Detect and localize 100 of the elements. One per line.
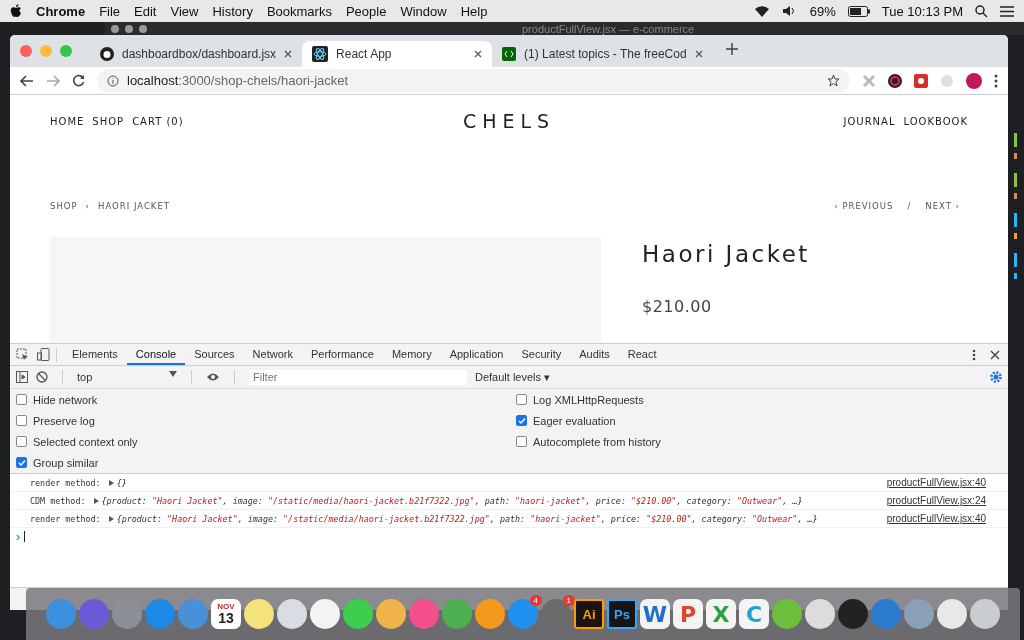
browser-tab[interactable]: (1) Latest topics - The freeCod	[492, 41, 713, 67]
close-window-button[interactable]	[20, 45, 32, 57]
close-icon[interactable]	[474, 50, 483, 58]
app-icon[interactable]	[475, 599, 505, 629]
forward-icon[interactable]	[46, 74, 60, 87]
checkbox[interactable]	[16, 436, 27, 447]
devtools-tab[interactable]: Security	[512, 344, 571, 365]
expand-icon[interactable]	[93, 497, 99, 504]
menu-item[interactable]: Edit	[134, 3, 157, 19]
close-icon[interactable]	[990, 349, 1000, 360]
levels-dropdown[interactable]: Default levels ▾	[475, 370, 551, 384]
log-object[interactable]: {}	[116, 477, 127, 488]
checkbox-label: Hide network	[33, 393, 98, 406]
close-icon[interactable]	[284, 50, 293, 58]
breadcrumb-current: HAORI JACKET	[98, 201, 170, 211]
extension-icon[interactable]	[888, 73, 902, 88]
wifi-icon[interactable]	[753, 5, 770, 17]
menu-item[interactable]: People	[345, 3, 387, 19]
devtools-tab[interactable]: Memory	[382, 344, 441, 365]
devtools-tab[interactable]: Performance	[301, 344, 383, 365]
app-menu[interactable]: Chrome	[36, 3, 86, 19]
nav-link[interactable]: LOOKBOOK	[903, 115, 968, 127]
app-icon[interactable]	[310, 599, 340, 629]
checkbox-label: Preserve log	[33, 414, 95, 427]
more-icon[interactable]	[972, 348, 976, 361]
inspect-icon[interactable]	[16, 348, 29, 361]
browser-tab[interactable]: React App	[302, 41, 493, 67]
device-icon[interactable]	[37, 348, 50, 361]
plus-icon[interactable]	[724, 42, 739, 56]
app-icon[interactable]	[772, 599, 802, 629]
checkbox[interactable]	[16, 415, 27, 426]
menu-list-icon[interactable]	[1000, 5, 1014, 17]
devtools-tab[interactable]: React	[618, 344, 666, 365]
menu-item[interactable]: Window	[400, 3, 447, 19]
devtools-tab[interactable]: Audits	[570, 344, 619, 365]
log-object[interactable]: {product: "Haori Jacket", image: "/static/media/haori-jacket.b21f7322.jpg", path: "haori-jacket", price: "$210.00", category: "Outwear", …}	[101, 495, 803, 506]
menu-item[interactable]: View	[170, 3, 199, 19]
menu-item[interactable]: Help	[460, 3, 488, 19]
breadcrumb-link[interactable]: SHOP	[50, 201, 78, 211]
app-icon[interactable]	[937, 599, 967, 629]
nav-link[interactable]: CART (0)	[132, 115, 184, 127]
checkbox[interactable]	[516, 394, 527, 405]
app-icon[interactable]: P	[673, 599, 703, 629]
nav-link[interactable]: SHOP	[92, 115, 125, 127]
next-link[interactable]: NEXT ›	[925, 201, 960, 211]
context-select[interactable]: top	[77, 371, 177, 383]
checkbox-label: Eager evaluation	[533, 414, 616, 427]
app-icon[interactable]: Ai	[574, 599, 604, 629]
expand-icon[interactable]	[108, 515, 114, 522]
expand-icon[interactable]	[108, 479, 114, 486]
battery-percent: 69%	[809, 3, 836, 19]
atom-icon	[312, 46, 329, 62]
menu-item[interactable]: History	[212, 3, 253, 19]
address-bar[interactable]: localhost:3000/shop-chels/haori-jacket	[97, 68, 850, 93]
settings-icon[interactable]	[990, 371, 1002, 383]
calendar-icon[interactable]: NOV 13	[211, 599, 241, 629]
app-icon[interactable]: W	[640, 599, 670, 629]
log-object[interactable]: {product: "Haori Jacket", image: "/static/media/haori-jacket.b21f7322.jpg", path: "haori-jacket", price: "$210.00", category: "Outwear", …}	[116, 513, 818, 524]
reload-icon[interactable]	[72, 74, 85, 87]
clear-icon[interactable]	[36, 371, 48, 383]
devtools-tab[interactable]: Elements	[63, 344, 127, 365]
site-logo[interactable]: CHELS	[462, 110, 556, 132]
more-icon[interactable]	[994, 73, 998, 88]
back-icon[interactable]	[20, 74, 34, 87]
caret-icon	[169, 371, 177, 377]
app-icon[interactable]	[838, 599, 868, 629]
devtools-tab[interactable]: Application	[440, 344, 513, 365]
info-icon	[107, 74, 119, 87]
devtools-tab[interactable]: Sources	[185, 344, 244, 365]
eye-icon[interactable]	[206, 372, 220, 382]
menu-item[interactable]: Bookmarks	[266, 3, 332, 19]
battery-icon[interactable]	[847, 5, 870, 17]
apple-icon[interactable]	[10, 4, 22, 18]
devtools-tab[interactable]: Network	[243, 344, 302, 365]
app-icon[interactable]	[970, 599, 1000, 629]
app-icon[interactable]: Ps	[607, 599, 637, 629]
close-icon[interactable]	[694, 50, 703, 58]
nav-link[interactable]: HOME	[50, 115, 85, 127]
previous-link[interactable]: ‹ PREVIOUS	[834, 201, 894, 211]
app-icon[interactable]	[376, 599, 406, 629]
checkbox[interactable]	[16, 394, 27, 405]
search-icon[interactable]	[975, 4, 988, 18]
source-link[interactable]: productFullView.jsx:40	[886, 477, 986, 488]
checkbox[interactable]	[16, 457, 27, 468]
app-icon[interactable]	[343, 599, 373, 629]
app-icon[interactable]	[805, 599, 835, 629]
app-icon[interactable]	[244, 599, 274, 629]
filter-field[interactable]: Filter	[249, 369, 467, 385]
menu-item[interactable]: File	[99, 3, 121, 19]
nav-link[interactable]: JOURNAL	[843, 115, 896, 127]
source-link[interactable]: productFullView.jsx:24	[886, 495, 986, 506]
checkbox[interactable]	[516, 415, 527, 426]
profile-avatar[interactable]	[966, 72, 982, 89]
browser-tab[interactable]: dashboardbox/dashboard.jsx	[90, 41, 303, 67]
app-icon[interactable]	[277, 599, 307, 629]
menu-clock[interactable]: Tue 10:13 PM	[881, 3, 963, 19]
sidebar-icon[interactable]	[16, 371, 28, 383]
source-link[interactable]: productFullView.jsx:40	[886, 513, 986, 524]
checkbox[interactable]	[516, 436, 527, 447]
star-icon[interactable]	[827, 74, 840, 87]
